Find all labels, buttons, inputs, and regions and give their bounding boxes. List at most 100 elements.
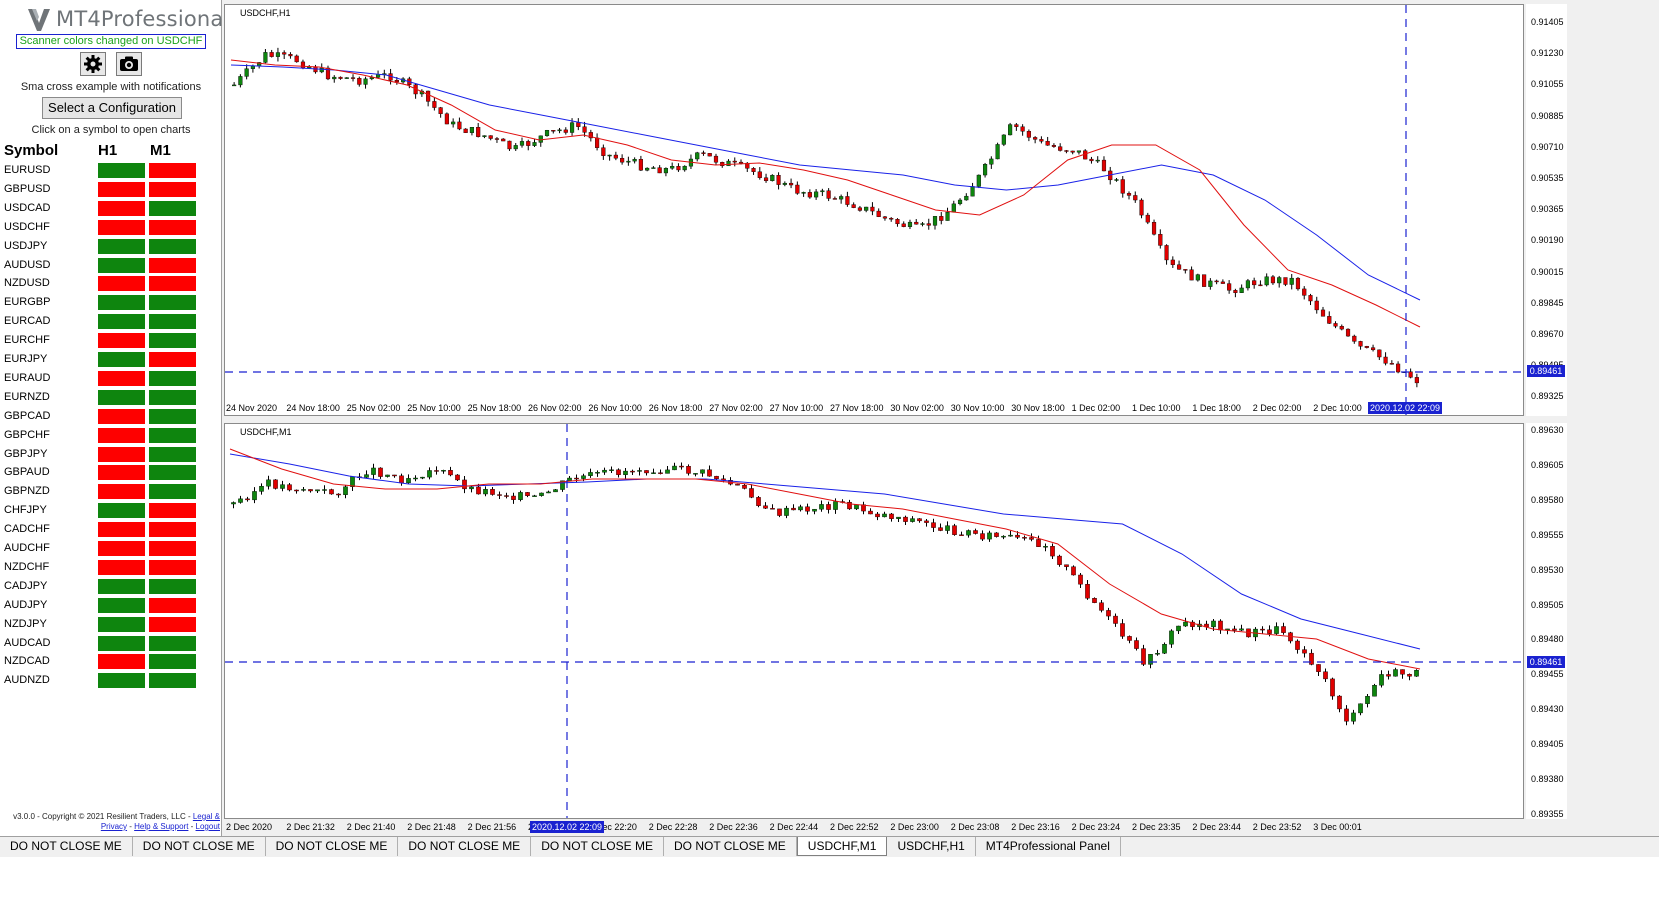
scanner-cell-h1[interactable] xyxy=(97,577,146,595)
scanner-cell-h1[interactable] xyxy=(97,672,146,690)
scanner-symbol-usdjpy[interactable]: USDJPY xyxy=(4,240,47,252)
scanner-symbol-eurnzd[interactable]: EURNZD xyxy=(4,391,50,403)
scanner-cell-m1[interactable] xyxy=(148,237,197,255)
scanner-symbol-audusd[interactable]: AUDUSD xyxy=(4,259,50,271)
scanner-cell-h1[interactable] xyxy=(97,407,146,425)
scanner-cell-m1[interactable] xyxy=(148,369,197,387)
scanner-symbol-eurchf[interactable]: EURCHF xyxy=(4,334,50,346)
price-scale-h1[interactable]: 0.91405 0.91230 0.91055 0.90885 0.90710 0.905… xyxy=(1526,4,1567,416)
scanner-symbol-usdcad[interactable]: USDCAD xyxy=(4,202,50,214)
scanner-cell-h1[interactable] xyxy=(97,464,146,482)
chart-h1-canvas[interactable] xyxy=(225,5,1523,415)
scanner-cell-h1[interactable] xyxy=(97,540,146,557)
chart-tab[interactable]: DO NOT CLOSE ME xyxy=(266,837,399,856)
scanner-cell-m1[interactable] xyxy=(148,180,197,198)
chart-h1[interactable]: USDCHF,H1 xyxy=(224,4,1524,416)
scanner-cell-h1[interactable] xyxy=(97,388,146,406)
chart-tab[interactable]: MT4Professional Panel xyxy=(976,837,1121,856)
scanner-cell-h1[interactable] xyxy=(97,558,146,576)
chart-tab[interactable]: DO NOT CLOSE ME xyxy=(531,837,664,856)
scanner-cell-m1[interactable] xyxy=(148,653,197,671)
scanner-cell-m1[interactable] xyxy=(148,388,197,406)
scanner-cell-h1[interactable] xyxy=(97,426,146,444)
scanner-symbol-nzdjpy[interactable]: NZDJPY xyxy=(4,618,47,630)
scanner-symbol-cadjpy[interactable]: CADJPY xyxy=(4,580,47,592)
scanner-cell-m1[interactable] xyxy=(148,162,197,179)
scanner-cell-h1[interactable] xyxy=(97,313,146,331)
chart-tab[interactable]: USDCHF,H1 xyxy=(887,837,976,856)
scanner-cell-h1[interactable] xyxy=(97,162,146,179)
time-scale-h1[interactable]: 24 Nov 2020 24 Nov 18:00 25 Nov 02:00 25 No… xyxy=(224,401,1524,415)
scanner-cell-h1[interactable] xyxy=(97,521,146,539)
scanner-cell-h1[interactable] xyxy=(97,294,146,312)
scanner-cell-m1[interactable] xyxy=(148,577,197,595)
scanner-symbol-cadchf[interactable]: CADCHF xyxy=(4,523,50,535)
scanner-cell-h1[interactable] xyxy=(97,445,146,463)
scanner-cell-m1[interactable] xyxy=(148,464,197,482)
scanner-cell-m1[interactable] xyxy=(148,596,197,614)
scanner-cell-h1[interactable] xyxy=(97,369,146,387)
scanner-cell-h1[interactable] xyxy=(97,653,146,671)
chart-tab[interactable]: USDCHF,M1 xyxy=(796,837,888,856)
legal-link[interactable]: Legal & xyxy=(193,812,220,821)
scanner-cell-m1[interactable] xyxy=(148,275,197,293)
price-scale-m1[interactable]: 0.89630 0.89605 0.89580 0.89555 0.89530 0.895… xyxy=(1526,423,1567,819)
scanner-cell-m1[interactable] xyxy=(148,199,197,217)
scanner-symbol-audnzd[interactable]: AUDNZD xyxy=(4,674,50,686)
scanner-cell-m1[interactable] xyxy=(148,634,197,652)
scanner-symbol-gbpjpy[interactable]: GBPJPY xyxy=(4,448,47,460)
scanner-symbol-audcad[interactable]: AUDCAD xyxy=(4,637,50,649)
scanner-symbol-nzdcad[interactable]: NZDCAD xyxy=(4,655,50,667)
scanner-cell-m1[interactable] xyxy=(148,407,197,425)
scanner-cell-h1[interactable] xyxy=(97,483,146,501)
scanner-cell-h1[interactable] xyxy=(97,180,146,198)
scanner-symbol-audchf[interactable]: AUDCHF xyxy=(4,542,50,554)
time-scale-m1[interactable]: 2 Dec 2020 2 Dec 21:32 2 Dec 21:40 2 Dec 21… xyxy=(224,820,1524,834)
scanner-cell-h1[interactable] xyxy=(97,332,146,350)
scanner-symbol-gbpnzd[interactable]: GBPNZD xyxy=(4,485,50,497)
scanner-cell-h1[interactable] xyxy=(97,502,146,520)
scanner-cell-m1[interactable] xyxy=(148,218,197,236)
scanner-cell-h1[interactable] xyxy=(97,199,146,217)
scanner-cell-h1[interactable] xyxy=(97,615,146,633)
scanner-cell-h1[interactable] xyxy=(97,634,146,652)
scanner-symbol-eurcad[interactable]: EURCAD xyxy=(4,315,50,327)
scanner-cell-m1[interactable] xyxy=(148,615,197,633)
scanner-symbol-eurusd[interactable]: EURUSD xyxy=(4,164,50,176)
scanner-symbol-chfjpy[interactable]: CHFJPY xyxy=(4,504,47,516)
scanner-symbol-nzdusd[interactable]: NZDUSD xyxy=(4,277,50,289)
scanner-cell-m1[interactable] xyxy=(148,502,197,520)
scanner-symbol-euraud[interactable]: EURAUD xyxy=(4,372,50,384)
chart-tab[interactable]: DO NOT CLOSE ME xyxy=(664,837,797,856)
scanner-cell-m1[interactable] xyxy=(148,351,197,368)
select-config-button[interactable]: Select a Configuration xyxy=(42,97,182,119)
help-link[interactable]: Help & Support xyxy=(134,822,188,831)
scanner-cell-m1[interactable] xyxy=(148,294,197,312)
scanner-symbol-gbpaud[interactable]: GBPAUD xyxy=(4,466,50,478)
scanner-symbol-eurjpy[interactable]: EURJPY xyxy=(4,353,47,365)
scanner-symbol-gbpchf[interactable]: GBPCHF xyxy=(4,429,50,441)
scanner-symbol-nzdchf[interactable]: NZDCHF xyxy=(4,561,49,573)
scanner-cell-m1[interactable] xyxy=(148,672,197,690)
scanner-cell-m1[interactable] xyxy=(148,540,197,557)
chart-tab[interactable]: DO NOT CLOSE ME xyxy=(398,837,532,856)
chart-tab[interactable]: DO NOT CLOSE ME xyxy=(0,837,133,856)
scanner-cell-h1[interactable] xyxy=(97,351,146,368)
scanner-cell-h1[interactable] xyxy=(97,596,146,614)
screenshot-button[interactable] xyxy=(116,52,142,76)
scanner-symbol-gbpcad[interactable]: GBPCAD xyxy=(4,410,50,422)
scanner-cell-m1[interactable] xyxy=(148,483,197,501)
scanner-cell-h1[interactable] xyxy=(97,237,146,255)
privacy-link[interactable]: Privacy xyxy=(101,822,127,831)
scanner-cell-h1[interactable] xyxy=(97,275,146,293)
scanner-symbol-eurgbp[interactable]: EURGBP xyxy=(4,296,50,308)
scanner-cell-m1[interactable] xyxy=(148,313,197,331)
logout-link[interactable]: Logout xyxy=(196,822,220,831)
scanner-cell-m1[interactable] xyxy=(148,426,197,444)
scanner-cell-m1[interactable] xyxy=(148,558,197,576)
chart-tab[interactable]: DO NOT CLOSE ME xyxy=(133,837,266,856)
scanner-cell-h1[interactable] xyxy=(97,218,146,236)
scanner-symbol-gbpusd[interactable]: GBPUSD xyxy=(4,183,50,195)
chart-m1-canvas[interactable] xyxy=(225,424,1523,818)
scanner-cell-h1[interactable] xyxy=(97,256,146,274)
